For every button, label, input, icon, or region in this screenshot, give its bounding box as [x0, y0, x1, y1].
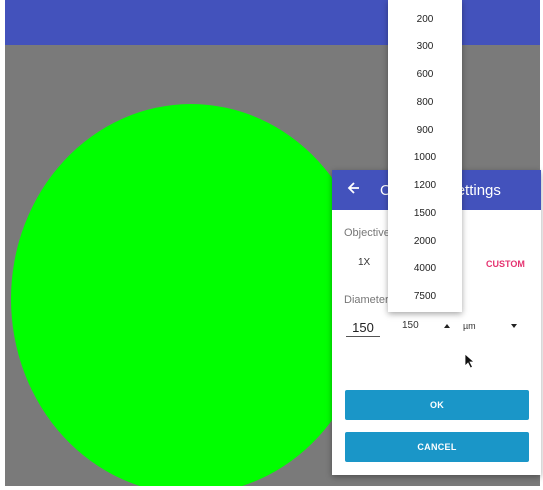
dropdown-option[interactable]: 2000: [388, 230, 462, 254]
size-dropdown-menu: 200 300 600 800 900 1000 1200 1500 2000 …: [388, 0, 462, 312]
diameter-label: Diameter: [344, 294, 389, 306]
dropdown-option[interactable]: 600: [388, 63, 462, 87]
dropdown-option[interactable]: 4000: [388, 257, 462, 281]
size-select[interactable]: 150: [402, 320, 419, 331]
unit-select[interactable]: µm: [463, 321, 476, 331]
caret-up-icon[interactable]: [444, 324, 450, 328]
dropdown-option[interactable]: 1500: [388, 202, 462, 226]
dropdown-option[interactable]: 200: [388, 8, 462, 32]
caret-down-icon[interactable]: [511, 324, 517, 328]
ok-button[interactable]: OK: [345, 390, 529, 420]
objective-custom-option[interactable]: CUSTOM: [486, 259, 525, 269]
objective-1x-option[interactable]: 1X: [358, 257, 370, 268]
mouse-cursor-icon: [464, 353, 476, 369]
green-circle: [11, 104, 371, 486]
dropdown-option[interactable]: 300: [388, 35, 462, 59]
dropdown-option[interactable]: 900: [388, 119, 462, 143]
dropdown-option[interactable]: 7500: [388, 285, 462, 309]
back-arrow-icon[interactable]: [344, 178, 364, 198]
dropdown-option[interactable]: 1000: [388, 146, 462, 170]
cancel-button[interactable]: CANCEL: [345, 432, 529, 462]
diameter-input[interactable]: [346, 318, 380, 337]
objective-label: Objective: [344, 227, 390, 239]
dropdown-option[interactable]: 1200: [388, 174, 462, 198]
dropdown-option[interactable]: 800: [388, 91, 462, 115]
